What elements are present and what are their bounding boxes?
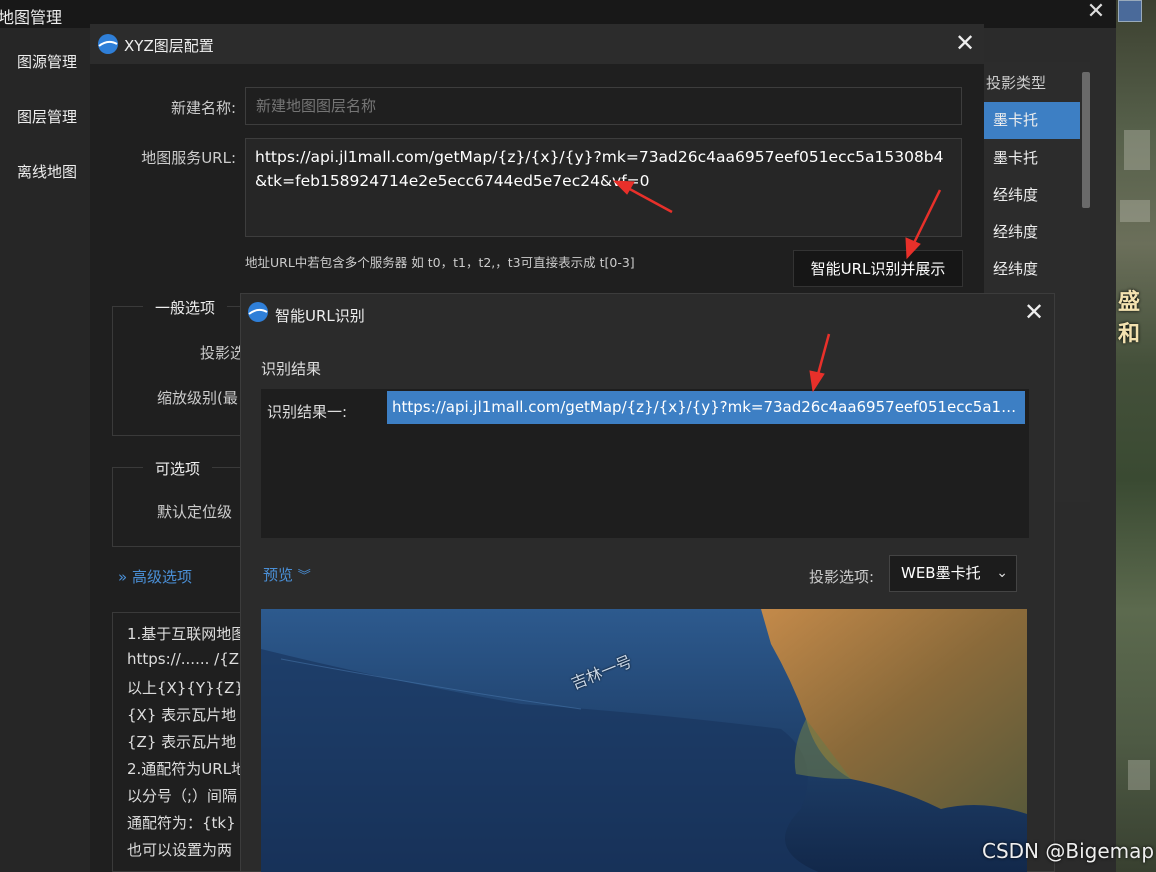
projection-label: 投影选 [200, 344, 246, 362]
satellite-map-background: 盛和 [1116, 0, 1156, 872]
preview-label: 预览 [263, 566, 294, 584]
double-chevron-right-icon: » [118, 568, 128, 586]
advanced-options-link[interactable]: » 高级选项 [118, 566, 192, 587]
note-line: 也可以设置为两 [127, 841, 233, 859]
map-toolbar-button[interactable] [1118, 0, 1142, 22]
optional-options-legend: 可选项 [143, 458, 213, 479]
xyz-close-icon[interactable]: ✕ [952, 30, 978, 56]
xyz-dialog-title: XYZ图层配置 [124, 37, 214, 55]
map-place-label: 盛和 [1118, 290, 1141, 347]
note-line: https://...... /{Z} [127, 650, 249, 668]
outer-window-title: 地图管理 [0, 8, 63, 27]
preview-toggle[interactable]: 预览 ︾ [263, 564, 311, 585]
projection-list-item[interactable]: 经纬度 [984, 214, 1080, 251]
result-section-title: 识别结果 [261, 360, 322, 378]
map-service-url-input[interactable]: https://api.jl1mall.com/getMap/{z}/{x}/{… [245, 138, 962, 237]
projection-option-value: WEB墨卡托 [901, 564, 981, 582]
double-chevron-down-icon: ︾ [297, 569, 311, 584]
app-logo-icon [248, 302, 268, 322]
note-line: {X} 表示瓦片地 [127, 706, 237, 724]
map-building [1124, 130, 1150, 170]
projection-list-header: 投影类型 [986, 74, 1047, 92]
csdn-watermark: CSDN @Bigemap [982, 839, 1155, 863]
url-label: 地图服务URL: [141, 149, 236, 167]
name-label: 新建名称: [170, 99, 236, 117]
map-preview[interactable]: 吉林一号 [261, 609, 1027, 872]
sidebar: 图源管理 图层管理 离线地图 [0, 28, 90, 872]
note-line: 2.通配符为URL地 [127, 760, 247, 778]
projection-option-label: 投影选项: [809, 568, 875, 586]
smart-close-icon[interactable]: ✕ [1021, 299, 1047, 325]
projection-list-scrollbar[interactable] [1082, 72, 1090, 208]
result-panel: 识别结果一: https://api.jl1mall.com/getMap/{z… [261, 389, 1029, 538]
projection-option-select[interactable]: WEB墨卡托 ⌄ [889, 555, 1017, 592]
map-building [1128, 760, 1150, 790]
zoom-level-label: 缩放级别(最 [157, 389, 238, 407]
outer-close-icon[interactable]: ✕ [1084, 0, 1108, 26]
sidebar-item-source[interactable]: 图源管理 [0, 34, 90, 90]
note-line: 通配符为：{tk} 的 [127, 814, 256, 832]
sidebar-item-offline[interactable]: 离线地图 [0, 144, 90, 200]
projection-list-item[interactable]: 墨卡托 [984, 140, 1080, 177]
smart-dialog-title: 智能URL识别 [275, 307, 365, 325]
advanced-options-label: 高级选项 [131, 568, 192, 586]
projection-list-item[interactable]: 墨卡托 [984, 102, 1080, 139]
general-options-legend: 一般选项 [143, 297, 228, 318]
smart-url-dialog: 智能URL识别 ✕ 识别结果 识别结果一: https://api.jl1mal… [240, 293, 1055, 872]
default-zoom-label: 默认定位级 [157, 503, 233, 521]
smart-url-recognize-button[interactable]: 智能URL识别并展示 [793, 250, 963, 287]
result-url-value[interactable]: https://api.jl1mall.com/getMap/{z}/{x}/{… [387, 391, 1025, 424]
note-line: 以分号（;）间隔 [127, 787, 238, 805]
app-logo-icon [98, 34, 118, 54]
projection-list-item[interactable]: 经纬度 [984, 251, 1080, 288]
sidebar-item-layers[interactable]: 图层管理 [0, 89, 90, 145]
map-building [1120, 200, 1150, 222]
map-preview-graphic [261, 609, 1027, 872]
smart-dialog-title-bar: 智能URL识别 ✕ [241, 294, 1054, 332]
note-line: 1.基于互联网地图 [127, 625, 247, 643]
layer-name-input[interactable] [245, 87, 962, 125]
xyz-dialog-title-bar: XYZ图层配置 ✕ [90, 24, 984, 64]
chevron-down-icon: ⌄ [996, 565, 1008, 581]
result-label: 识别结果一: [267, 403, 348, 421]
projection-list-item[interactable]: 经纬度 [984, 177, 1080, 214]
url-hint-text: 地址URL中若包含多个服务器 如 t0，t1，t2,，t3可直接表示成 t[0-… [245, 255, 635, 270]
note-line: {Z} 表示瓦片地 [127, 733, 237, 751]
